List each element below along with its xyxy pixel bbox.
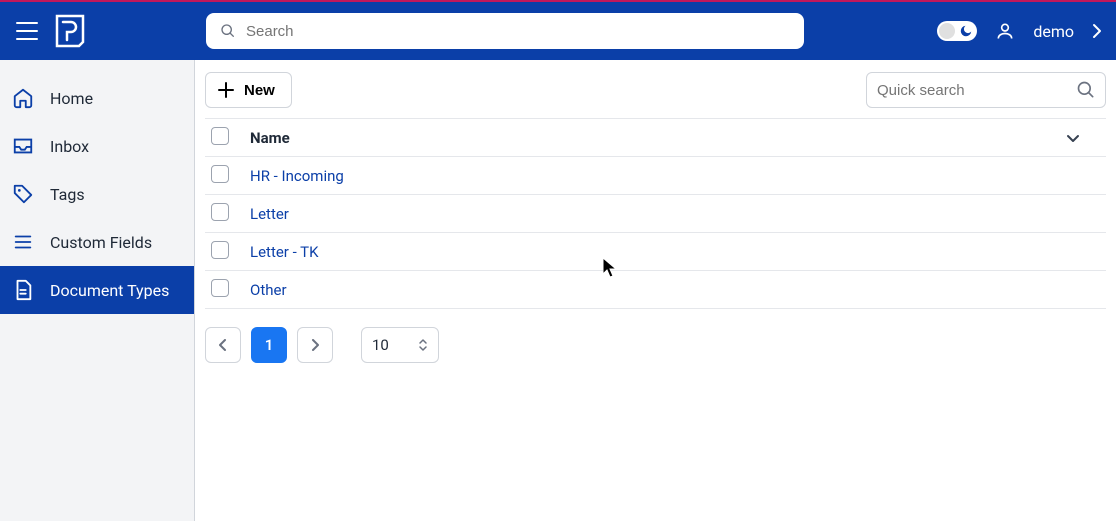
inbox-icon — [12, 135, 34, 157]
sidebar-item-label: Tags — [50, 185, 85, 204]
home-icon — [12, 87, 34, 109]
next-page-button[interactable] — [297, 327, 333, 363]
chevron-right-icon[interactable] — [1092, 23, 1102, 39]
row-checkbox[interactable] — [211, 203, 229, 221]
data-table: Name HR - Incoming Letter Letter - — [205, 118, 1106, 309]
table-row: Other — [205, 271, 1106, 309]
sidebar: Home Inbox Tags Custom Fields Document T… — [0, 60, 195, 521]
row-checkbox[interactable] — [211, 241, 229, 259]
quick-search-input[interactable] — [877, 82, 1076, 99]
prev-page-button[interactable] — [205, 327, 241, 363]
sidebar-item-label: Home — [50, 89, 93, 108]
page-number-button[interactable]: 1 — [251, 327, 287, 363]
table-row: Letter - TK — [205, 233, 1106, 271]
user-icon[interactable] — [995, 21, 1015, 41]
new-button[interactable]: New — [205, 72, 292, 108]
doc-icon — [12, 279, 34, 301]
select-spinner-icon — [418, 337, 428, 353]
page-size-value: 10 — [372, 336, 389, 354]
hamburger-icon — [16, 22, 38, 40]
sidebar-item-label: Document Types — [50, 281, 169, 300]
plus-icon — [218, 82, 234, 98]
new-button-label: New — [244, 82, 275, 99]
sort-button[interactable] — [1066, 119, 1106, 157]
row-link[interactable]: Letter - TK — [250, 243, 319, 261]
quick-search[interactable] — [866, 72, 1106, 108]
toggle-knob — [939, 23, 955, 39]
row-checkbox[interactable] — [211, 279, 229, 297]
logo-icon — [55, 14, 85, 48]
column-header-name[interactable]: Name — [250, 119, 1066, 157]
sidebar-item-label: Inbox — [50, 137, 89, 156]
sidebar-item-tags[interactable]: Tags — [0, 170, 194, 218]
chevron-right-icon — [311, 339, 319, 351]
chevron-left-icon — [219, 339, 227, 351]
pagination: 1 10 — [205, 327, 1106, 363]
search-icon — [220, 23, 236, 39]
menu-button[interactable] — [14, 18, 40, 44]
sidebar-item-custom-fields[interactable]: Custom Fields — [0, 218, 194, 266]
row-link[interactable]: Letter — [250, 205, 289, 223]
row-link[interactable]: Other — [250, 281, 287, 299]
sidebar-item-label: Custom Fields — [50, 233, 152, 252]
sidebar-item-home[interactable]: Home — [0, 74, 194, 122]
row-link[interactable]: HR - Incoming — [250, 167, 344, 185]
chevron-down-icon — [1066, 133, 1080, 143]
theme-toggle[interactable] — [937, 21, 977, 41]
app-logo — [54, 15, 86, 47]
table-row: HR - Incoming — [205, 157, 1106, 195]
moon-icon — [959, 24, 973, 38]
table-row: Letter — [205, 195, 1106, 233]
list-icon — [12, 231, 34, 253]
search-input[interactable] — [246, 23, 790, 40]
sidebar-item-inbox[interactable]: Inbox — [0, 122, 194, 170]
row-checkbox[interactable] — [211, 165, 229, 183]
content-area: New Name — [195, 60, 1116, 521]
search-icon — [1076, 80, 1096, 100]
global-search[interactable] — [206, 13, 804, 49]
sidebar-item-document-types[interactable]: Document Types — [0, 266, 194, 314]
username[interactable]: demo — [1033, 22, 1074, 41]
tag-icon — [12, 183, 34, 205]
select-all-checkbox[interactable] — [211, 127, 229, 145]
page-size-select[interactable]: 10 — [361, 327, 439, 363]
